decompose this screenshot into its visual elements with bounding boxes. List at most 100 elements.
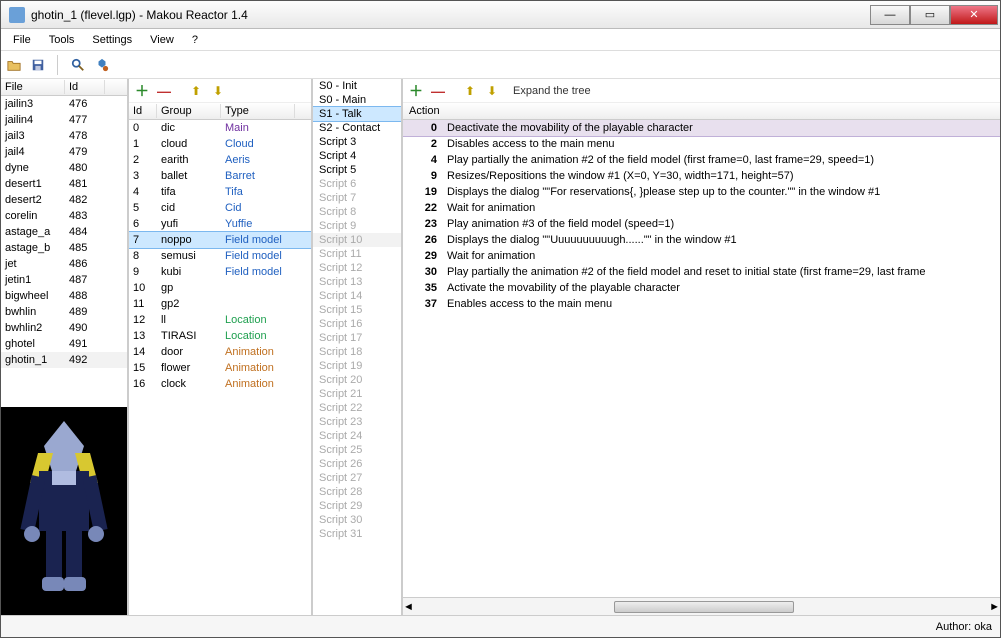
script-row: Script 6 <box>313 177 401 191</box>
action-row[interactable]: 22Wait for animation <box>403 200 1000 216</box>
group-row[interactable]: 11gp2 <box>129 296 311 312</box>
script-row: Script 18 <box>313 345 401 359</box>
group-row[interactable]: 5cidCid <box>129 200 311 216</box>
add-action-icon[interactable]: ＋ <box>407 82 425 100</box>
group-row[interactable]: 15flowerAnimation <box>129 360 311 376</box>
window-title: ghotin_1 (flevel.lgp) - Makou Reactor 1.… <box>31 8 870 22</box>
file-row[interactable]: jet486 <box>1 256 127 272</box>
action-row[interactable]: 9Resizes/Repositions the window #1 (X=0,… <box>403 168 1000 184</box>
script-row[interactable]: S0 - Main <box>313 93 401 107</box>
action-row[interactable]: 23Play animation #3 of the field model (… <box>403 216 1000 232</box>
script-row: Script 10 <box>313 233 401 247</box>
action-row[interactable]: 4Play partially the animation #2 of the … <box>403 152 1000 168</box>
move-down-icon[interactable]: ⬇ <box>209 82 227 100</box>
horizontal-scrollbar[interactable]: ◄► <box>403 597 1000 615</box>
group-row[interactable]: 10gp <box>129 280 311 296</box>
file-row[interactable]: astage_b485 <box>1 240 127 256</box>
action-row[interactable]: 26Displays the dialog ""Uuuuuuuuuugh....… <box>403 232 1000 248</box>
script-row[interactable]: Script 3 <box>313 135 401 149</box>
script-row[interactable]: S1 - Talk <box>313 107 401 121</box>
file-row[interactable]: desert1481 <box>1 176 127 192</box>
script-row: Script 15 <box>313 303 401 317</box>
search-icon[interactable] <box>69 56 87 74</box>
group-row[interactable]: 9kubiField model <box>129 264 311 280</box>
menu-tools[interactable]: Tools <box>41 32 83 48</box>
model-preview <box>1 407 127 615</box>
script-row: Script 27 <box>313 471 401 485</box>
file-list-panel: File Id jailin3476jailin4477jail3478jail… <box>1 79 129 615</box>
script-list-panel: S0 - InitS0 - MainS1 - TalkS2 - ContactS… <box>313 79 403 615</box>
script-row[interactable]: Script 5 <box>313 163 401 177</box>
remove-action-icon[interactable]: ― <box>429 82 447 100</box>
file-list-header: File Id <box>1 79 127 96</box>
script-row[interactable]: Script 4 <box>313 149 401 163</box>
file-row[interactable]: ghotel491 <box>1 336 127 352</box>
group-row[interactable]: 6yufiYuffie <box>129 216 311 232</box>
statusbar: Author: oka <box>1 615 1000 637</box>
action-up-icon[interactable]: ⬆ <box>461 82 479 100</box>
expand-tree-button[interactable]: Expand the tree <box>513 85 591 97</box>
group-row[interactable]: 7noppoField model <box>129 232 311 248</box>
script-row: Script 12 <box>313 261 401 275</box>
group-row[interactable]: 3balletBarret <box>129 168 311 184</box>
file-row[interactable]: astage_a484 <box>1 224 127 240</box>
group-row[interactable]: 4tifaTifa <box>129 184 311 200</box>
file-row[interactable]: jetin1487 <box>1 272 127 288</box>
action-row[interactable]: 19Displays the dialog ""For reservations… <box>403 184 1000 200</box>
script-row: Script 13 <box>313 275 401 289</box>
script-row: Script 21 <box>313 387 401 401</box>
app-icon <box>9 7 25 23</box>
file-row[interactable]: corelin483 <box>1 208 127 224</box>
menu-file[interactable]: File <box>5 32 39 48</box>
script-row: Script 8 <box>313 205 401 219</box>
script-row: Script 25 <box>313 443 401 457</box>
file-row[interactable]: bwhlin2490 <box>1 320 127 336</box>
group-row[interactable]: 14doorAnimation <box>129 344 311 360</box>
action-row[interactable]: 30Play partially the animation #2 of the… <box>403 264 1000 280</box>
file-row[interactable]: dyne480 <box>1 160 127 176</box>
script-row: Script 7 <box>313 191 401 205</box>
save-icon[interactable] <box>29 56 47 74</box>
script-row[interactable]: S2 - Contact <box>313 121 401 135</box>
minimize-button[interactable]: — <box>870 5 910 25</box>
close-button[interactable]: ✕ <box>950 5 998 25</box>
maximize-button[interactable]: ▭ <box>910 5 950 25</box>
open-icon[interactable] <box>5 56 23 74</box>
file-row[interactable]: ghotin_1492 <box>1 352 127 368</box>
action-down-icon[interactable]: ⬇ <box>483 82 501 100</box>
add-group-icon[interactable]: ＋ <box>133 82 151 100</box>
action-row[interactable]: 2Disables access to the main menu <box>403 136 1000 152</box>
action-row[interactable]: 37Enables access to the main menu <box>403 296 1000 312</box>
script-row: Script 23 <box>313 415 401 429</box>
action-row[interactable]: 35Activate the movability of the playabl… <box>403 280 1000 296</box>
file-row[interactable]: jail4479 <box>1 144 127 160</box>
menubar: FileToolsSettingsView? <box>1 29 1000 51</box>
model-icon[interactable] <box>93 56 111 74</box>
group-row[interactable]: 13TIRASILocation <box>129 328 311 344</box>
menu-view[interactable]: View <box>142 32 182 48</box>
action-row[interactable]: 0Deactivate the movability of the playab… <box>403 120 1000 136</box>
file-row[interactable]: desert2482 <box>1 192 127 208</box>
move-up-icon[interactable]: ⬆ <box>187 82 205 100</box>
script-row: Script 22 <box>313 401 401 415</box>
character-model <box>4 421 124 601</box>
file-row[interactable]: bwhlin489 <box>1 304 127 320</box>
group-row[interactable]: 2earithAeris <box>129 152 311 168</box>
menu-settings[interactable]: Settings <box>84 32 140 48</box>
group-row[interactable]: 16clockAnimation <box>129 376 311 392</box>
script-row: Script 20 <box>313 373 401 387</box>
file-row[interactable]: jailin4477 <box>1 112 127 128</box>
script-row[interactable]: S0 - Init <box>313 79 401 93</box>
remove-group-icon[interactable]: ― <box>155 82 173 100</box>
file-row[interactable]: bigwheel488 <box>1 288 127 304</box>
group-row[interactable]: 0dicMain <box>129 120 311 136</box>
group-row[interactable]: 12llLocation <box>129 312 311 328</box>
script-row: Script 9 <box>313 219 401 233</box>
file-row[interactable]: jail3478 <box>1 128 127 144</box>
file-row[interactable]: jailin3476 <box>1 96 127 112</box>
group-row[interactable]: 8semusiField model <box>129 248 311 264</box>
menu-help[interactable]: ? <box>184 32 206 48</box>
group-row[interactable]: 1cloudCloud <box>129 136 311 152</box>
script-row: Script 19 <box>313 359 401 373</box>
action-row[interactable]: 29Wait for animation <box>403 248 1000 264</box>
